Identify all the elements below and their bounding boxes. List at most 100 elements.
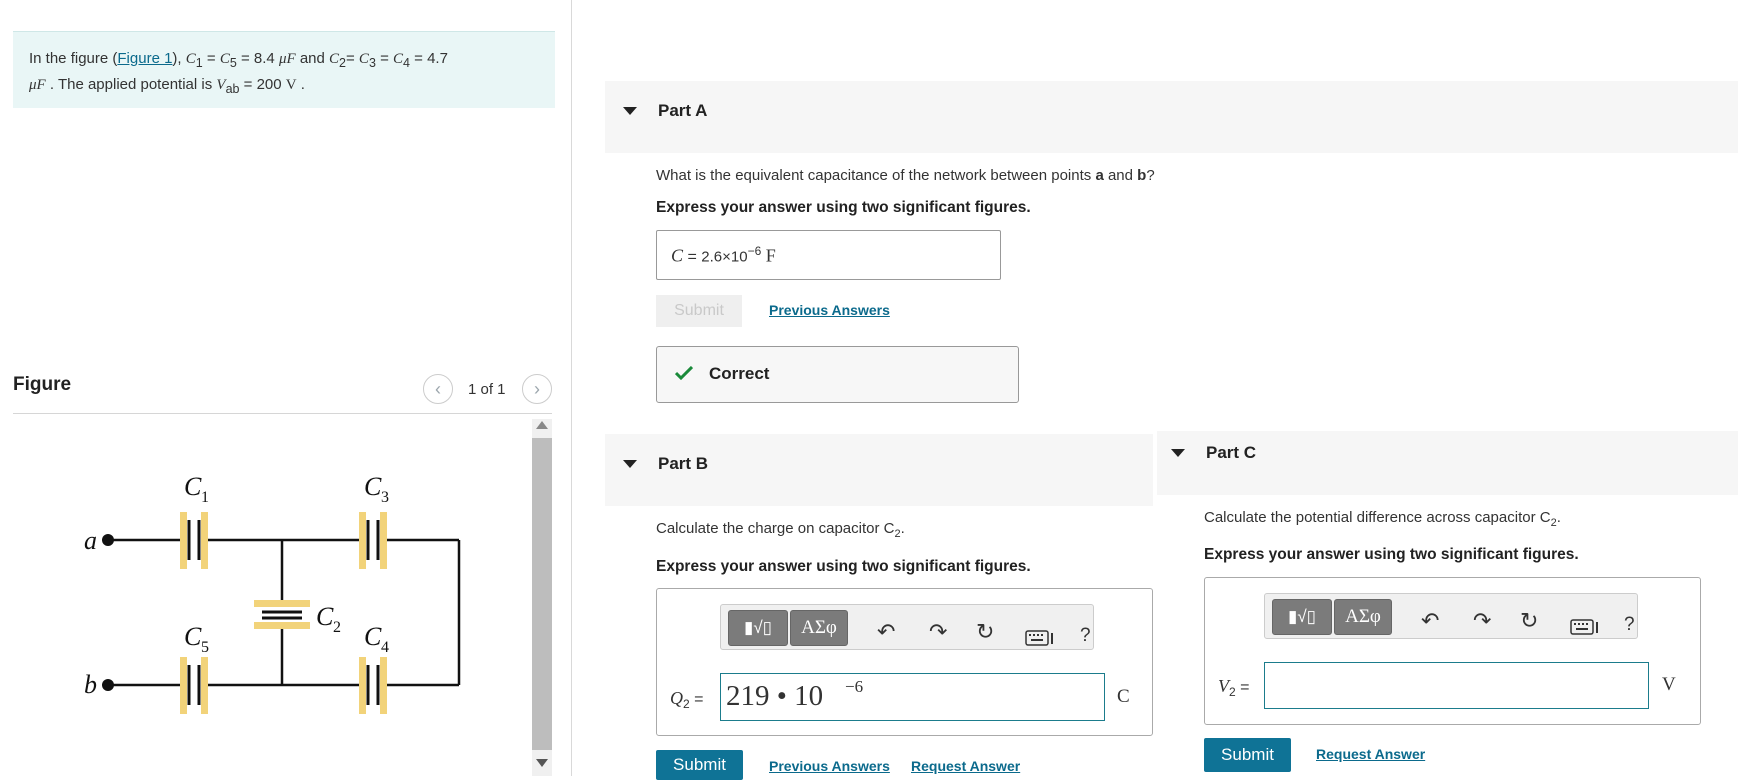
part-a-previous-answers-link[interactable]: Previous Answers [769,302,890,318]
templates-button[interactable]: ▮√▯ [728,610,788,646]
part-c-submit-button[interactable]: Submit [1204,738,1291,772]
redo-icon[interactable]: ↷ [1473,608,1491,634]
reset-icon[interactable]: ↻ [976,619,994,645]
label-c2-sub: 2 [333,619,341,636]
part-c-title[interactable]: Part C [1206,443,1256,463]
figure-next-button[interactable]: › [522,374,552,404]
templates-button[interactable]: ▮√▯ [1272,599,1332,635]
part-b-eq: = [694,691,704,708]
var-c3-sub: 3 [368,56,376,70]
var-q: Q [670,688,683,708]
caret-down-icon[interactable] [623,107,637,115]
capacitor-c5 [180,657,208,714]
figure-prev-button[interactable]: ‹ [423,374,453,404]
undo-icon[interactable]: ↶ [1421,608,1439,634]
part-c-request-answer-link[interactable]: Request Answer [1316,746,1425,762]
figure-scrollbar-thumb[interactable] [532,438,552,750]
part-a-header[interactable] [605,81,1738,153]
part-b-var-label: Q2 = [670,688,703,711]
question-mark: ? [1146,167,1155,184]
var-c2-sub: 2 [339,56,346,70]
keyboard-icon[interactable] [1570,619,1600,635]
part-b-question: Calculate the charge on capacitor C2. [656,520,905,540]
value-c2-c4: = 4.7 [414,50,448,67]
var-c5-sub: 5 [229,56,237,70]
templates-icon: ▮√▯ [1287,607,1317,626]
capacitor-c3 [359,512,387,569]
part-c-eq: = [1240,679,1250,696]
label-c4-sub: 4 [381,639,389,656]
unit-v: V [285,77,297,93]
part-a-question-text: What is the equivalent capacitance of th… [656,167,1096,184]
var-v-sub: 2 [1229,685,1236,700]
help-icon[interactable]: ? [1624,614,1635,636]
answer-unit: F [765,245,776,266]
answer-eq: = [687,248,697,266]
terminal-b [102,679,114,691]
part-a-title[interactable]: Part A [658,101,707,121]
part-c-var-label: V2 = [1218,676,1249,699]
unit-uf-2: μF [29,77,46,93]
var-c4: C [393,51,404,67]
part-b-instruction: Express your answer using two significan… [656,558,1031,575]
answer-value: 2.6×10 [701,248,748,266]
part-c-unit: V [1662,674,1676,695]
undo-icon[interactable]: ↶ [877,619,895,645]
label-c3-sub: 3 [381,489,389,506]
figure-link[interactable]: Figure 1 [117,50,172,67]
var-vab: V [216,77,226,93]
var-c1-sub: 1 [195,56,203,70]
point-b: b [1137,167,1147,184]
applied-text: . The applied potential is [49,76,213,93]
problem-text: In the figure (Figure 1), C1 = C5 = 8.4 … [29,48,539,100]
caret-down-icon[interactable] [623,460,637,468]
symbols-icon: ΑΣφ [801,617,837,638]
var-c1: C [185,51,196,67]
part-c-header[interactable] [1157,431,1738,495]
correct-label: Correct [709,364,770,383]
figure-counter: 1 of 1 [468,381,506,398]
point-a: a [1095,167,1104,184]
part-b-previous-answers-link[interactable]: Previous Answers [769,758,890,774]
symbols-button[interactable]: ΑΣφ [790,610,848,646]
capacitor-c4 [359,657,387,714]
part-b-request-answer-link[interactable]: Request Answer [911,758,1020,774]
caret-down-icon[interactable] [1171,449,1185,457]
and-text: and [299,50,325,67]
part-b-question-text: Calculate the charge on capacitor C [656,520,895,537]
part-c-answer-input[interactable] [1264,662,1649,709]
label-c4: C [364,622,382,651]
part-b-title[interactable]: Part B [658,454,708,474]
reset-icon[interactable]: ↻ [1520,608,1538,634]
chevron-left-icon: ‹ [435,378,441,399]
answer-exponent: −6 [747,244,762,258]
redo-icon[interactable]: ↷ [929,619,947,645]
part-a-question: What is the equivalent capacitance of th… [656,167,1155,184]
unit-uf-1: μF [278,51,296,67]
part-a-answer: C = 2.6×10−6 F [671,244,776,266]
help-icon[interactable]: ? [1080,625,1091,647]
symbols-button[interactable]: ΑΣφ [1334,599,1392,635]
part-c-question: Calculate the potential difference acros… [1204,509,1561,529]
panel-divider [571,0,572,776]
part-a-submit-button[interactable]: Submit [656,295,742,327]
label-b: b [84,670,97,699]
period: . [300,76,305,93]
templates-icon: ▮√▯ [743,618,773,637]
value-vab: = 200 [243,76,282,93]
label-c1-sub: 1 [201,489,209,506]
terminal-a [102,534,114,546]
keyboard-icon[interactable] [1025,630,1055,646]
and-word: and [1103,167,1138,184]
scroll-up-icon[interactable] [536,421,548,429]
part-b-unit: C [1117,686,1130,707]
symbols-icon: ΑΣφ [1345,606,1381,627]
var-q-sub: 2 [683,697,690,712]
part-b-question-end: . [900,520,905,537]
part-b-answer-input[interactable]: 219 • 10 −6 [720,673,1105,721]
part-c-question-text: Calculate the potential difference acros… [1204,509,1551,526]
var-v: V [1218,676,1229,696]
var-c5: C [219,51,230,67]
scroll-down-icon[interactable] [536,759,548,767]
eq-sign: = [206,50,216,67]
